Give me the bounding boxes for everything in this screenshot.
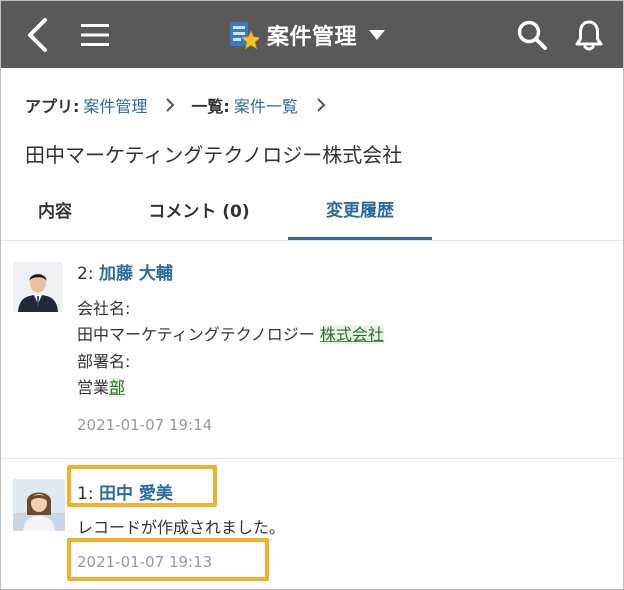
breadcrumb-app-link[interactable]: 案件管理 [83,93,147,117]
history-author: 2: 加藤 大輔 [77,259,173,284]
timestamp: 2021-01-07 19:13 [77,553,213,571]
chevron-right-icon [165,97,175,113]
field-value: 田中マーケティングテクノロジー 株式会社 [77,321,384,345]
field-value: 営業部 [77,374,126,398]
history-number: 2: [77,264,94,284]
chevron-right-icon [316,97,326,113]
author-link[interactable]: 田中 愛美 [99,484,173,504]
history-entry: 2: 加藤 大輔 会社名: 田中マーケティングテクノロジー 株式会社 部署名: … [1,241,623,459]
app-frame: 案件管理 アプリ: 案件管理 一覧: 案件一覧 田中マーケティングテクノロジー株… [0,0,624,590]
app-icon [227,19,261,51]
tab-history[interactable]: 変更履歴 [288,179,432,240]
unchanged-text: 営業 [77,378,110,397]
chevron-down-icon [369,29,386,40]
top-bar: 案件管理 [1,1,623,68]
field-label: 会社名: [77,299,131,318]
timestamp: 2021-01-07 19:14 [77,416,213,434]
menu-icon[interactable] [77,1,113,68]
history-author: 1: 田中 愛美 [77,479,173,504]
search-icon[interactable] [512,1,552,68]
unchanged-text: 田中マーケティングテクノロジー [77,325,320,344]
field-label: 部署名: [77,352,131,371]
history-number: 1: [77,484,94,504]
author-link[interactable]: 加藤 大輔 [99,264,173,284]
app-title: 案件管理 [267,24,358,50]
tab-bar: 内容 コメント (0) 変更履歴 [1,179,623,241]
breadcrumb-list-link[interactable]: 案件一覧 [234,93,298,117]
tab-comments[interactable]: コメント (0) [129,179,269,239]
avatar[interactable] [13,479,65,531]
history-entry: 1: 田中 愛美 レコードが作成されました。 2021-01-07 19:13 [1,459,623,589]
breadcrumb-app-label: アプリ: [25,97,80,116]
added-text: 株式会社 [319,325,384,344]
breadcrumb: アプリ: 案件管理 一覧: 案件一覧 [25,93,342,117]
history-message: レコードが作成されました。 [77,518,286,537]
added-text: 部 [109,378,126,397]
bell-icon[interactable] [569,1,609,68]
avatar[interactable] [13,262,63,312]
back-icon[interactable] [19,1,55,68]
app-title-dropdown[interactable]: 案件管理 [227,1,386,68]
record-title: 田中マーケティングテクノロジー株式会社 [25,143,403,167]
tab-details[interactable]: 内容 [19,179,91,239]
breadcrumb-list-label: 一覧: [191,97,230,116]
